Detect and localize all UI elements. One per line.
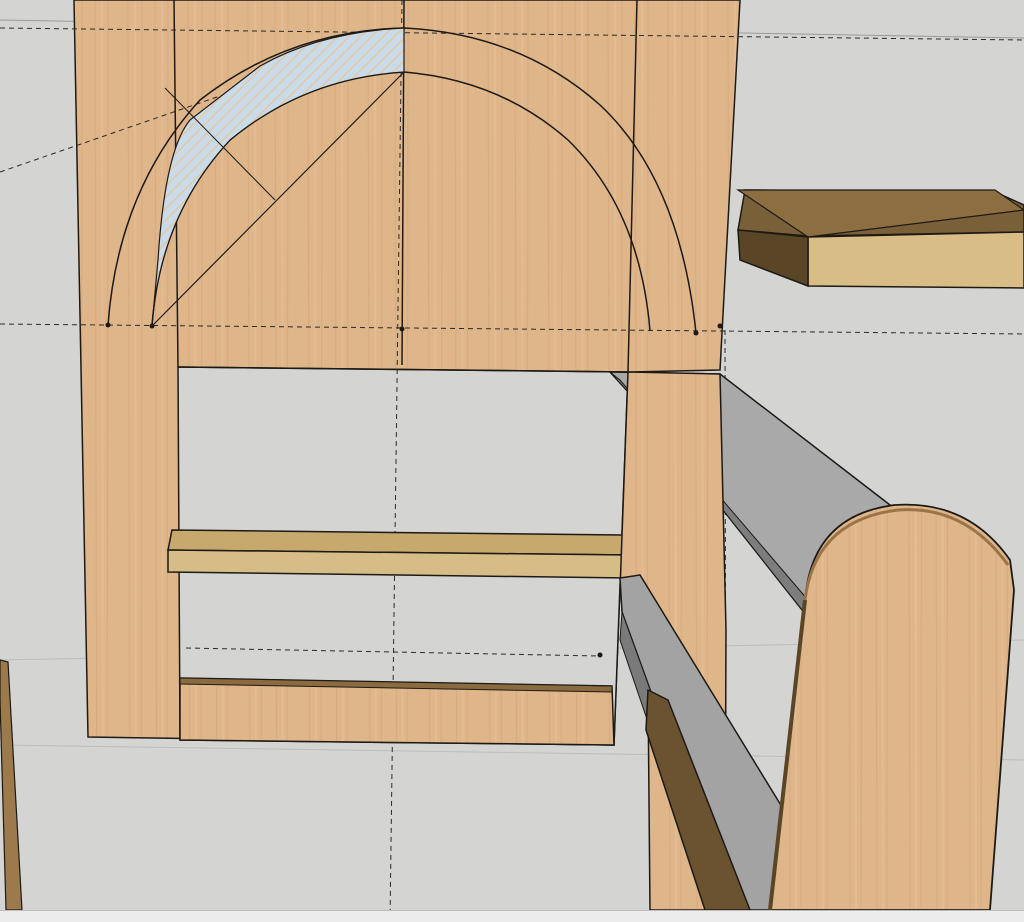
floating-shelf[interactable] <box>736 189 1024 289</box>
scene-canvas[interactable] <box>0 0 1024 922</box>
left-post[interactable] <box>0 659 23 911</box>
modeling-viewport[interactable] <box>0 0 1024 922</box>
status-bar <box>0 910 1024 922</box>
middle-shelf[interactable] <box>167 529 632 579</box>
bottom-rail[interactable] <box>179 677 615 746</box>
